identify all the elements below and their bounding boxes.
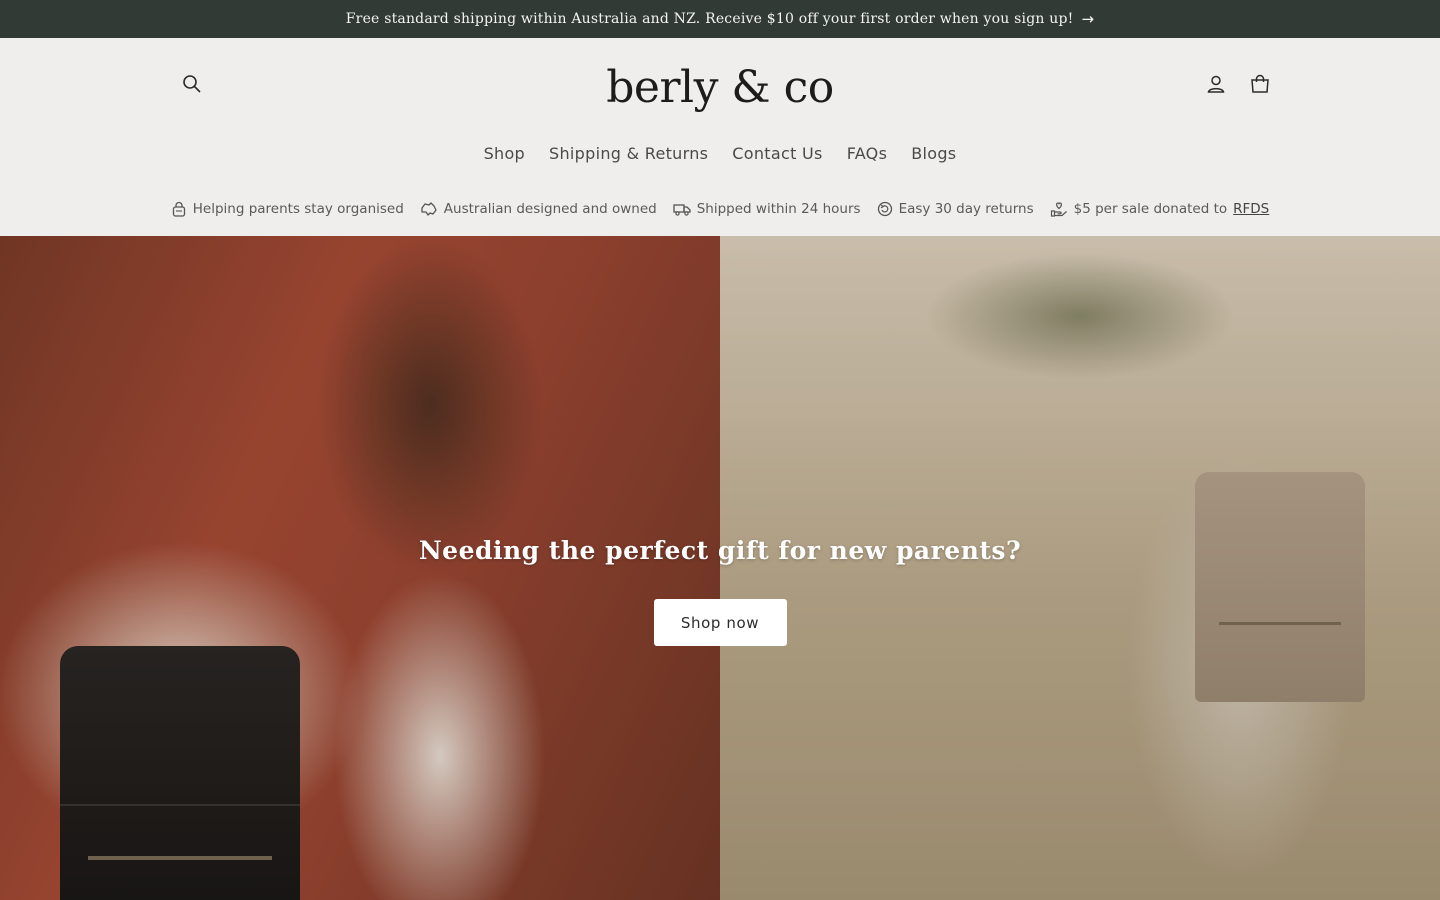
account-icon [1207,75,1225,93]
usp-label: Helping parents stay organised [192,201,404,217]
nav-item-contact-us[interactable]: Contact Us [720,138,834,169]
usp-item: Australian designed and owned [420,201,657,217]
usp-item: $5 per sale donated to RFDS [1050,200,1269,218]
usp-label: Shipped within 24 hours [696,201,861,217]
usp-item: Easy 30 day returns [877,201,1034,217]
main-nav: Shop Shipping & Returns Contact Us FAQs … [0,138,1440,169]
usp-item: Helping parents stay organised [171,201,404,217]
returns-icon [877,201,892,217]
nav-item-shop[interactable]: Shop [472,138,537,169]
announcement-bar: Free standard shipping within Australia … [0,0,1440,38]
search-icon [183,75,201,93]
shop-now-button[interactable]: Shop now [653,599,787,646]
announcement-link[interactable]: Free standard shipping within Australia … [346,10,1094,28]
usp-label: Australian designed and owned [443,201,657,217]
cart-icon [1251,74,1269,93]
cart-button[interactable] [1240,64,1280,104]
brand-logo[interactable]: berly & co [560,52,880,122]
usp-bar: Helping parents stay organised Australia… [0,200,1440,218]
announcement-text: Free standard shipping within Australia … [345,11,1074,27]
truck-icon [673,204,691,216]
usp-item: Shipped within 24 hours [673,201,861,217]
australia-icon [421,202,437,216]
account-button[interactable] [1196,64,1236,104]
hero-banner: Needing the perfect gift for new parents… [0,236,1440,900]
nav-item-faqs[interactable]: FAQs [835,138,900,169]
search-button[interactable] [172,64,212,104]
bag-icon [172,201,185,217]
hero-headline: Needing the perfect gift for new parents… [418,536,1022,565]
nav-item-blogs[interactable]: Blogs [899,138,968,169]
nav-item-shipping-returns[interactable]: Shipping & Returns [537,138,720,169]
rfds-link[interactable]: RFDS [1233,201,1269,217]
arrow-right-icon: → [1081,10,1095,28]
hero-content: Needing the perfect gift for new parents… [0,536,1440,646]
usp-label: Easy 30 day returns [898,201,1034,217]
site-header: berly & co Shop Shipping & Returns Conta… [0,38,1440,236]
donate-icon [1050,202,1067,217]
usp-label: $5 per sale donated to [1073,201,1228,217]
